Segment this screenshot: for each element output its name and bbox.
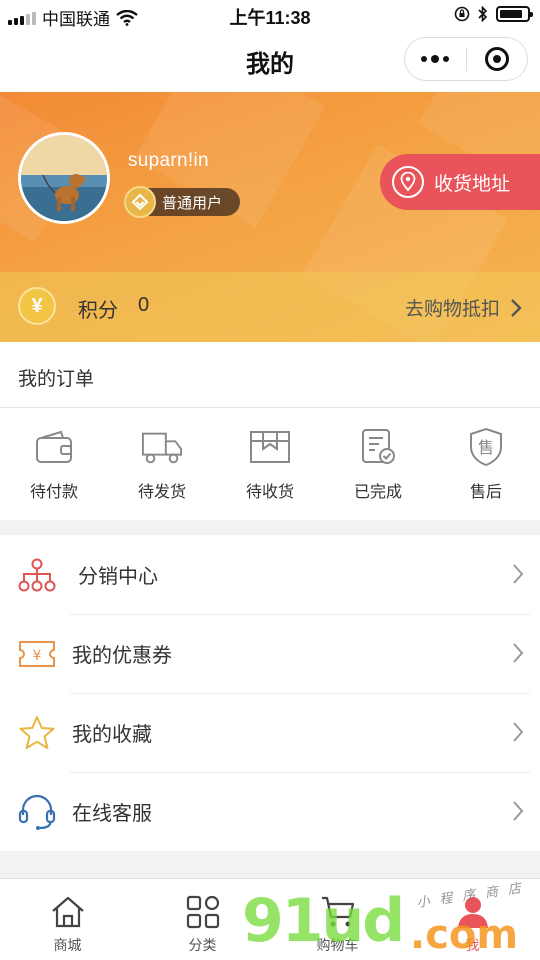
tab-category[interactable]: 分类 xyxy=(135,879,270,960)
points-bar: ¥ 积分 0 去购物抵扣 xyxy=(0,272,540,342)
order-pending-payment[interactable]: 待付款 xyxy=(0,408,108,520)
order-completed[interactable]: 已完成 xyxy=(324,408,432,520)
menu-item-label: 在线客服 xyxy=(72,803,152,825)
chevron-right-icon xyxy=(511,298,522,317)
bottom-tab-bar: 商城 分类 购物车 我 xyxy=(0,878,540,960)
tab-label: 购物车 xyxy=(316,937,359,953)
mini-program-capsule xyxy=(404,37,528,81)
order-item-label: 已完成 xyxy=(353,484,402,501)
location-pin-icon xyxy=(392,166,424,198)
order-pending-shipment[interactable]: 待发货 xyxy=(108,408,216,520)
menu-item-online-service[interactable]: 在线客服 xyxy=(0,772,540,851)
menu-item-label: 我的优惠券 xyxy=(72,645,172,667)
more-button[interactable] xyxy=(405,38,466,80)
order-item-label: 待发货 xyxy=(137,484,186,501)
menu-list: 分销中心 ¥ 我的优惠券 我的收藏 在线客服 xyxy=(0,535,540,851)
profile-header: suparn!in 普通用户 收货地址 ¥ 积分 0 去购物抵扣 xyxy=(0,92,540,342)
dog-photo xyxy=(21,135,107,221)
member-level-label: 普通用户 xyxy=(162,194,223,212)
order-pending-receipt[interactable]: 待收货 xyxy=(216,408,324,520)
truck-icon xyxy=(141,426,183,468)
chevron-right-icon xyxy=(513,722,524,742)
chevron-right-icon xyxy=(513,564,524,584)
menu-item-distribution-center[interactable]: 分销中心 xyxy=(0,535,540,614)
tab-label: 商城 xyxy=(53,937,82,953)
order-after-sale[interactable]: 售 售后 xyxy=(432,408,540,520)
coupon-icon: ¥ xyxy=(18,635,56,673)
package-icon xyxy=(249,426,291,468)
wallet-icon xyxy=(33,426,75,468)
after-sale-shield-icon: 售 xyxy=(465,426,507,468)
menu-item-my-coupons[interactable]: ¥ 我的优惠券 xyxy=(0,614,540,693)
coin-icon: ¥ xyxy=(18,287,56,325)
member-level-badge: 普通用户 xyxy=(124,186,240,218)
headset-icon xyxy=(18,793,56,831)
tab-me[interactable]: 我 xyxy=(405,879,540,960)
orientation-lock-icon xyxy=(454,6,470,22)
svg-text:售: 售 xyxy=(478,438,494,457)
cart-icon xyxy=(319,893,357,931)
deduct-link[interactable]: 去购物抵扣 xyxy=(405,294,522,321)
points-label: 积分 xyxy=(78,300,118,322)
status-right xyxy=(454,6,533,22)
my-orders-title: 我的订单 xyxy=(18,369,95,390)
svg-text:¥: ¥ xyxy=(33,648,42,664)
menu-item-label: 我的收藏 xyxy=(72,724,152,746)
order-item-label: 待付款 xyxy=(29,484,78,501)
chevron-right-icon xyxy=(513,643,524,663)
vip-diamond-icon xyxy=(124,186,156,218)
menu-item-label: 分销中心 xyxy=(78,566,158,588)
order-item-label: 待收货 xyxy=(245,484,294,501)
distribution-network-icon xyxy=(18,556,56,594)
user-icon xyxy=(454,893,492,931)
nav-bar: 我的 xyxy=(0,30,540,92)
battery-icon xyxy=(496,6,533,22)
completed-document-icon xyxy=(357,426,399,468)
my-orders-header[interactable]: 我的订单 xyxy=(0,342,540,408)
deduct-link-label: 去购物抵扣 xyxy=(404,299,500,320)
close-mini-program-button[interactable] xyxy=(467,38,528,80)
home-icon xyxy=(49,893,87,931)
tab-cart[interactable]: 购物车 xyxy=(270,879,405,960)
status-bar: 中国联通 上午11:38 xyxy=(0,0,540,30)
shipping-address-label: 收货地址 xyxy=(434,173,511,195)
avatar[interactable] xyxy=(18,132,110,224)
star-icon xyxy=(18,714,56,752)
category-grid-icon xyxy=(184,893,222,931)
target-circle-icon xyxy=(484,47,509,71)
tab-mall[interactable]: 商城 xyxy=(0,879,135,960)
chevron-right-icon xyxy=(513,801,524,821)
tab-label: 分类 xyxy=(188,937,217,953)
menu-item-my-favorites[interactable]: 我的收藏 xyxy=(0,693,540,772)
points-value: 0 xyxy=(138,294,150,316)
order-status-grid: 待付款 待发货 待收货 已完成 售 售后 xyxy=(0,408,540,520)
tab-label: 我 xyxy=(465,937,480,953)
username: suparn!in xyxy=(128,150,209,171)
bluetooth-icon xyxy=(478,6,488,22)
more-dots-icon xyxy=(421,54,450,63)
order-item-label: 售后 xyxy=(469,484,502,501)
shipping-address-button[interactable]: 收货地址 xyxy=(380,154,540,210)
